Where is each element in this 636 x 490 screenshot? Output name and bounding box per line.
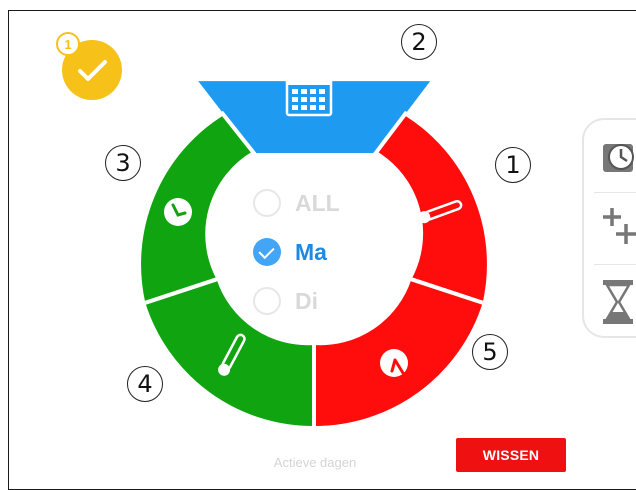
day-label: Ma xyxy=(295,238,327,265)
divider xyxy=(594,192,636,193)
radio-button-checked[interactable] xyxy=(253,238,281,266)
clock-icon[interactable] xyxy=(602,140,636,176)
radio-button[interactable] xyxy=(253,287,281,315)
callout-1: 1 xyxy=(495,147,531,183)
callout-4: 4 xyxy=(127,366,163,402)
radio-button[interactable] xyxy=(253,189,281,217)
day-label: Di xyxy=(295,287,318,314)
day-label: ALL xyxy=(295,189,340,216)
add-icon[interactable] xyxy=(602,206,636,246)
day-option-all[interactable]: ALL xyxy=(253,187,340,219)
dial-stage: 1 ALL Ma Di 1 2 3 4 5 Actieve dagen WISS… xyxy=(0,0,636,484)
clock-icon xyxy=(164,198,192,226)
divider xyxy=(594,264,636,265)
callout-2: 2 xyxy=(401,24,437,60)
callout-5: 5 xyxy=(472,334,508,370)
side-panel xyxy=(582,118,636,338)
clock-icon xyxy=(380,349,408,377)
day-option-di[interactable]: Di xyxy=(253,285,318,317)
hourglass-icon[interactable] xyxy=(602,280,636,324)
badge-count: 1 xyxy=(56,32,80,56)
callout-3: 3 xyxy=(105,145,141,181)
active-days-label: Actieve dagen xyxy=(273,455,357,470)
clear-button[interactable]: WISSEN xyxy=(456,438,566,472)
day-option-ma[interactable]: Ma xyxy=(253,236,327,268)
